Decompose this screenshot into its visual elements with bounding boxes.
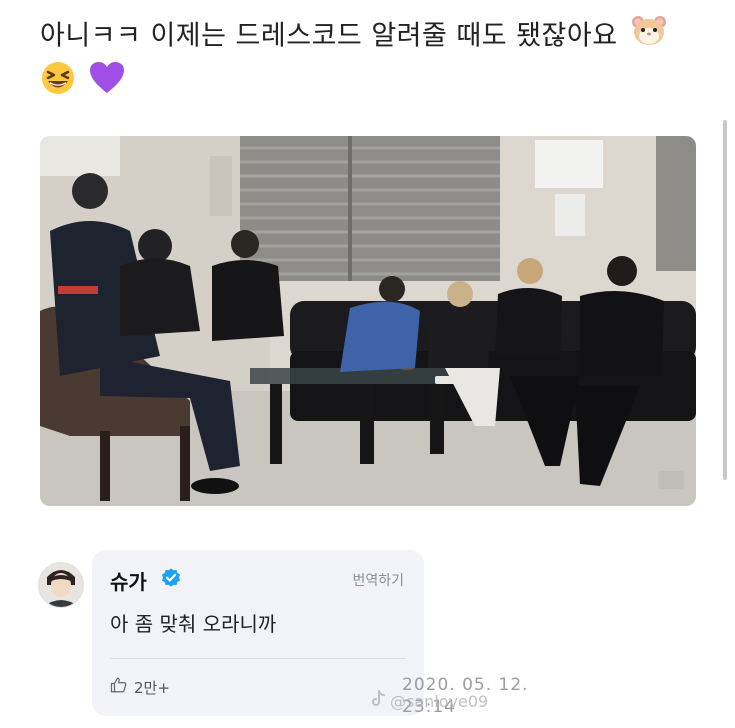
author-avatar[interactable] [38, 562, 84, 608]
translate-button[interactable]: 번역하기 [352, 570, 404, 590]
purple-heart-icon [89, 61, 125, 109]
thumbs-up-icon [110, 676, 128, 698]
like-button[interactable]: 2만+ [110, 676, 170, 698]
scrollbar-thumb[interactable] [723, 120, 727, 480]
hamster-face-icon [631, 14, 667, 60]
grinning-squinting-face-icon [40, 60, 76, 110]
like-count: 2만+ [134, 678, 170, 697]
watermark-handle: @sanlove09 [390, 691, 489, 711]
reply-text: 아 좀 맞춰 오라니까 [110, 612, 277, 636]
author-name[interactable]: 슈가 [110, 566, 147, 595]
tiktok-icon [370, 690, 386, 712]
verified-badge-icon [160, 567, 182, 589]
post-text: 아니ㅋㅋ 이제는 드레스코드 알려줄 때도 됐잖아요 [40, 20, 618, 52]
bubble-divider [110, 658, 406, 659]
post-text-block: 아니ㅋㅋ 이제는 드레스코드 알려줄 때도 됐잖아요 [40, 14, 700, 110]
post-photo[interactable] [40, 136, 696, 506]
watermark: @sanlove09 [370, 690, 488, 712]
